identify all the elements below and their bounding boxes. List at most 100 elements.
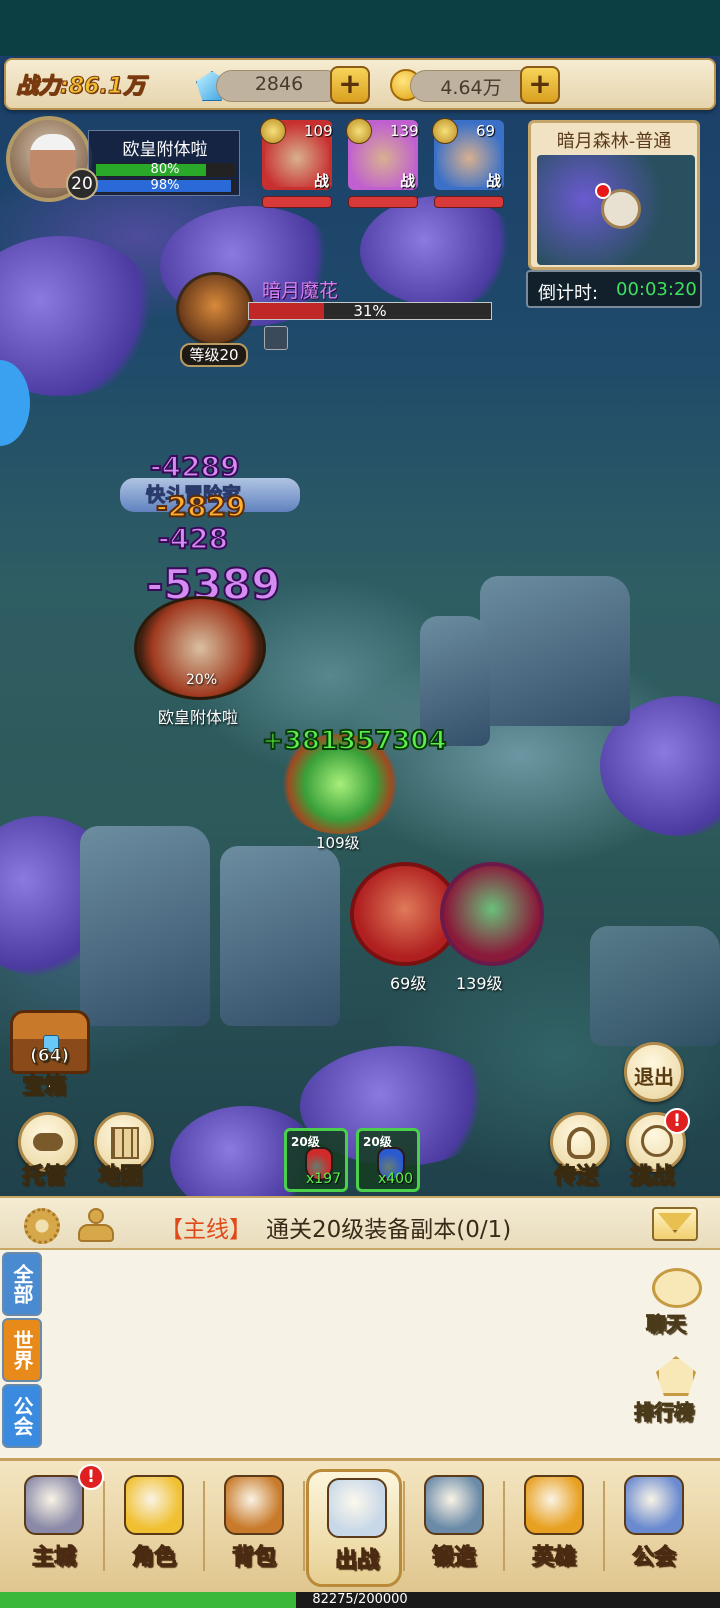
nav-label: 背包: [231, 1545, 276, 1571]
quest-tag: 【主线】: [160, 1217, 252, 1243]
nav-label: 英雄: [531, 1545, 576, 1571]
hero-battle-unit[interactable]: [440, 862, 544, 966]
gold-amount: 4.64万: [440, 77, 502, 99]
hero-battle-tag: 战: [486, 172, 502, 190]
boss-unit-level: 109级: [316, 834, 360, 852]
nav-divider: [303, 1481, 305, 1571]
add-gems-button[interactable]: +: [330, 66, 370, 104]
hp-label: 80%: [150, 162, 180, 177]
nav-forge[interactable]: 锻造: [406, 1469, 502, 1587]
add-gold-button[interactable]: +: [520, 66, 560, 104]
heal-number: +381357304: [261, 725, 448, 757]
hero-hp-bar: [262, 196, 332, 208]
chat-tab-world[interactable]: 世界: [2, 1318, 42, 1382]
potion-count: x400: [377, 1171, 413, 1187]
castle-icon: [24, 1475, 84, 1535]
crown-icon: [124, 1475, 184, 1535]
player-mp-bar: 98%: [95, 178, 235, 193]
nav-label: 出战: [334, 1548, 379, 1574]
hero-hp-bar: [434, 196, 504, 208]
hero-hp-bar: [348, 196, 418, 208]
nav-divider: [603, 1481, 605, 1571]
chat-tab-all[interactable]: 全部: [2, 1252, 42, 1316]
quest-text[interactable]: 通关20级装备副本(0/1): [266, 1210, 511, 1244]
map-label: 地图: [97, 1164, 143, 1190]
nav-backpack[interactable]: 背包: [206, 1469, 302, 1587]
combat-power: 战力:86.1万: [15, 74, 146, 100]
gear-icon[interactable]: [24, 1208, 60, 1244]
countdown-value: 00:03:20: [616, 279, 697, 300]
quest-bar[interactable]: 【主线】 通关20级装备副本(0/1): [0, 1196, 720, 1250]
exit-label: 退出: [634, 1065, 674, 1089]
chat-label: 聊天: [646, 1312, 687, 1337]
purple-tree-foliage: [360, 196, 520, 306]
leaderboard-label: 排行榜: [634, 1400, 695, 1425]
potion-count: x197: [305, 1171, 341, 1187]
countdown-label: 倒计时:: [538, 283, 599, 304]
hero-battle-tag: 战: [400, 172, 416, 190]
boss-hp-label: 31%: [353, 302, 387, 320]
boss-portrait[interactable]: [176, 272, 254, 346]
fist-badge-icon: [524, 1475, 584, 1535]
gamepad-icon: [33, 1133, 63, 1151]
hero-class-icon: [346, 118, 372, 144]
hero-class-icon: [260, 118, 286, 144]
gem-amount: 2846: [254, 73, 304, 95]
player-unit-percent: 20%: [186, 672, 218, 688]
boss-level: 等级20: [180, 343, 248, 367]
nav-guild[interactable]: 公会: [606, 1469, 702, 1587]
rock: [220, 846, 340, 1026]
hero-unit-level: 139级: [456, 974, 503, 993]
chat-tab-guild[interactable]: 公会: [2, 1384, 42, 1448]
chest-label: 宝箱: [21, 1074, 67, 1100]
hero-unit-level: 69级: [390, 974, 427, 993]
rock: [590, 926, 720, 1046]
hero-class-icon: [432, 118, 458, 144]
chat-panel[interactable]: 全部 世界 公会 聊天 排行榜: [0, 1250, 720, 1458]
nav-divider: [403, 1481, 405, 1571]
player-hp-bar: 80%: [95, 162, 235, 177]
map-icon: [111, 1127, 139, 1159]
trophy-icon: [656, 1356, 696, 1396]
status-strip: [0, 0, 720, 56]
nav-heroes[interactable]: 英雄: [506, 1469, 602, 1587]
exit-button[interactable]: 退出: [624, 1042, 684, 1102]
boss-hp-bar: 31%: [248, 302, 492, 320]
purple-tree-foliage: [0, 236, 160, 396]
mail-icon[interactable]: [652, 1207, 698, 1241]
damage-number: -2829: [155, 489, 247, 524]
chest-count: (64): [29, 1046, 70, 1067]
mp-label: 98%: [150, 178, 180, 193]
potion-slot[interactable]: 20级 x400: [356, 1128, 420, 1192]
challenge-notification-badge: !: [664, 1108, 690, 1134]
nav-divider: [203, 1481, 205, 1571]
main-city-notification-badge: !: [78, 1464, 104, 1490]
guild-shield-icon: [624, 1475, 684, 1535]
hero-level: 139: [390, 122, 419, 140]
companion-icon[interactable]: [76, 1208, 116, 1244]
boss-name: 暗月魔花: [262, 280, 339, 302]
damage-number: -4289: [149, 449, 241, 484]
teleport-label: 传送: [553, 1164, 599, 1190]
map-name: 暗月森林-普通: [556, 131, 672, 152]
crossed-swords-icon: [327, 1478, 387, 1538]
nav-label: 角色: [131, 1545, 176, 1571]
player-info: 欧皇附体啦 80% 98%: [88, 130, 240, 196]
minimap-view[interactable]: [537, 155, 695, 265]
player-level-badge: 20: [66, 168, 98, 200]
potion-slot[interactable]: 20级 x197: [284, 1128, 348, 1192]
nav-character[interactable]: 角色: [106, 1469, 202, 1587]
hero-level: 69: [476, 122, 496, 140]
auto-battle-label: 托管: [21, 1164, 67, 1190]
chat-bubble-icon: [652, 1268, 702, 1308]
nav-divider: [103, 1481, 105, 1571]
teleport-icon: [567, 1127, 595, 1159]
challenge-label: 挑战: [629, 1164, 675, 1190]
minimap[interactable]: 暗月森林-普通: [528, 120, 700, 270]
hero-battle-tag: 战: [314, 172, 330, 190]
minimap-marker-icon: [595, 183, 611, 199]
hero-level: 109: [304, 122, 333, 140]
rock: [80, 826, 210, 1026]
nav-battle[interactable]: 出战: [306, 1469, 402, 1587]
nav-label: 公会: [631, 1545, 676, 1571]
